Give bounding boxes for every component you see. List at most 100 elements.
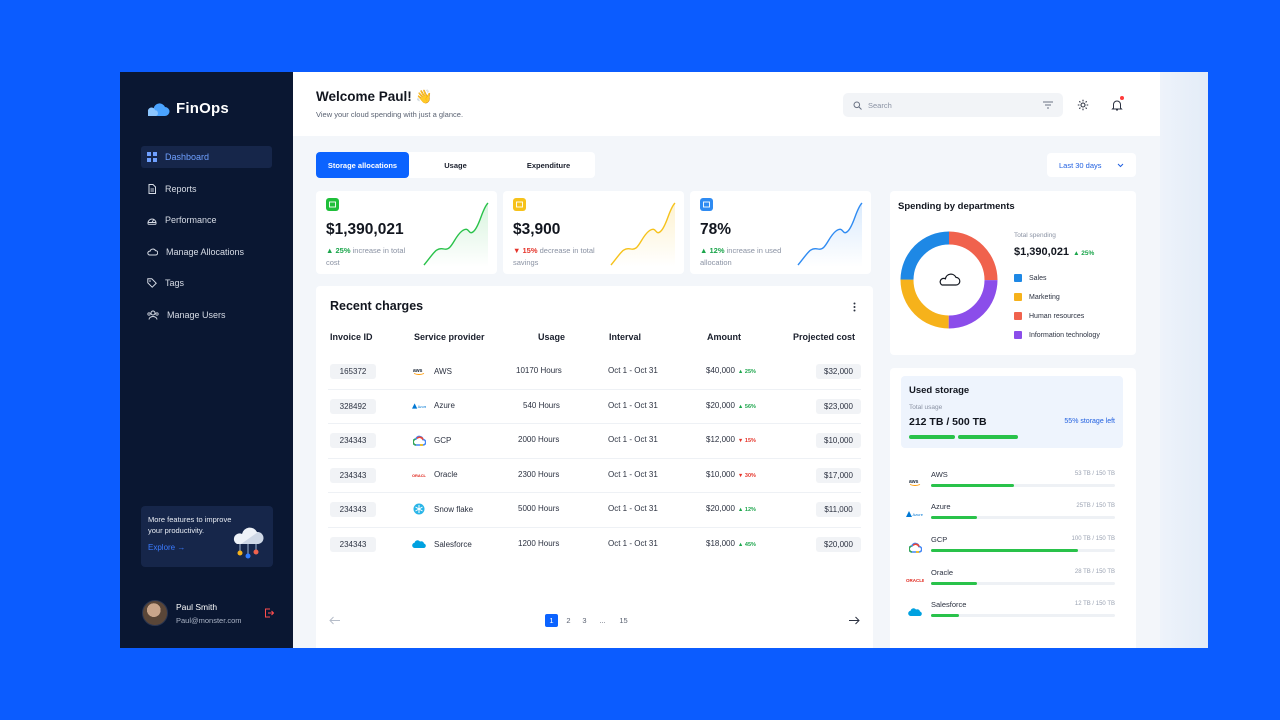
used-storage-card: Used storage Total usage 212 TB / 500 TB…	[890, 368, 1136, 648]
gcp-icon	[412, 433, 426, 447]
storage-fill	[931, 549, 1079, 552]
storage-left: 55% storage left	[1064, 418, 1115, 425]
storage-fill	[931, 516, 977, 519]
sidebar-item-dashboard[interactable]: Dashboard	[141, 146, 272, 168]
svg-text:ORACLE: ORACLE	[412, 473, 426, 478]
document-icon	[148, 183, 156, 194]
sidebar-item-performance[interactable]: Performance	[141, 209, 272, 231]
svg-text:aws: aws	[413, 368, 423, 374]
search-input[interactable]: Search	[843, 93, 1063, 117]
kpi-sparkline	[423, 202, 489, 267]
sidebar-item-manage-users[interactable]: Manage Users	[141, 304, 272, 326]
storage-fill	[931, 614, 959, 617]
kpi-sparkline	[797, 202, 863, 267]
projected-cost: $10,000	[816, 433, 861, 449]
aws-icon: aws	[412, 364, 426, 378]
storage-fill	[931, 582, 977, 585]
amount-cell: $40,000 ▲ 25%	[706, 366, 756, 375]
tag-icon	[147, 278, 157, 288]
legend-swatch	[1014, 293, 1022, 301]
page-button[interactable]: 2	[562, 614, 575, 627]
provider-cell: Azure Azure	[412, 399, 455, 413]
tab-storage-allocations[interactable]: Storage allocations	[316, 152, 409, 178]
svg-text:Azure: Azure	[418, 404, 426, 408]
sidebar-item-label: Reports	[165, 183, 197, 194]
storage-track	[931, 516, 1115, 519]
usage-cell: 2000 Hours	[518, 435, 560, 445]
storage-row-oracle: ORACLE Oracle 28 TB / 150 TB	[901, 566, 1123, 596]
sidebar-item-manage-allocations[interactable]: Manage Allocations	[141, 241, 272, 263]
grid-icon	[147, 152, 157, 162]
promo-card: More features to improve your productivi…	[141, 506, 273, 567]
provider-cell: ORACLE Oracle	[412, 468, 458, 482]
provider-name: AWS	[434, 366, 452, 376]
page-button[interactable]: 3	[578, 614, 591, 627]
provider-name: GCP	[434, 435, 452, 445]
snowflake-icon	[412, 502, 426, 516]
recent-charges-card: Recent charges Invoice ID Service provid…	[316, 286, 873, 648]
legend-item: Sales	[1014, 274, 1047, 282]
sidebar: FinOps Dashboard Reports Performance Man…	[120, 72, 293, 648]
table-row[interactable]: 234343 Snow flake 5000 Hours Oct 1 - Oct…	[316, 493, 873, 528]
allocation-icon	[700, 198, 713, 211]
table-row[interactable]: 328492 Azure Azure 540 Hours Oct 1 - Oct…	[316, 390, 873, 425]
storage-capacity: 28 TB / 150 TB	[1074, 569, 1115, 575]
provider-name: Snow flake	[434, 504, 474, 514]
gauge-icon	[147, 218, 157, 225]
table-row[interactable]: 165372 aws AWS 10170 Hours Oct 1 - Oct 3…	[316, 355, 873, 390]
page-button[interactable]: 15	[617, 614, 630, 627]
kpi-card-savings: $3,900 ▼ 15% decrease in total savings	[503, 191, 684, 274]
sidebar-item-label: Dashboard	[165, 152, 210, 162]
table-row[interactable]: 234343 ORACLE Oracle 2300 Hours Oct 1 - …	[316, 459, 873, 494]
interval-cell: Oct 1 - Oct 31	[608, 400, 658, 410]
sidebar-item-reports[interactable]: Reports	[141, 178, 272, 200]
table-row[interactable]: 234343 GCP 2000 Hours Oct 1 - Oct 31 $12…	[316, 424, 873, 459]
storage-capacity: 53 TB / 150 TB	[1074, 471, 1115, 477]
storage-row-azure: Azure Azure 25TB / 150 TB	[901, 500, 1123, 530]
notifications-button[interactable]	[1107, 95, 1127, 115]
table-row[interactable]: 234343 Salesforce 1200 Hours Oct 1 - Oct…	[316, 528, 873, 563]
user-email: Paul@monster.com	[176, 615, 242, 625]
aws-icon: aws	[905, 475, 925, 489]
sidebar-nav: Dashboard Reports Performance Manage All…	[141, 146, 272, 335]
date-range-select[interactable]: Last 30 days	[1047, 153, 1136, 177]
storage-capacity: 12 TB / 150 TB	[1074, 601, 1115, 607]
user-profile[interactable]: Paul Smith Paul@monster.com	[142, 600, 274, 626]
filter-icon[interactable]	[1043, 101, 1053, 109]
kpi-sparkline	[610, 202, 676, 267]
provider-name: Oracle	[434, 470, 458, 480]
search-placeholder: Search	[868, 100, 892, 110]
total-spending-label: Total spending	[1014, 232, 1056, 239]
settings-button[interactable]	[1073, 95, 1093, 115]
logout-icon[interactable]	[264, 608, 274, 618]
sidebar-item-label: Manage Allocations	[166, 246, 245, 257]
tab-usage[interactable]: Usage	[409, 152, 502, 178]
projected-cost: $11,000	[816, 502, 861, 518]
kpi-card-allocation: 78% ▲ 12% increase in used allocation	[690, 191, 871, 274]
storage-row-gcp: GCP 100 TB / 150 TB	[901, 533, 1123, 563]
invoice-id: 234343	[330, 502, 376, 518]
top-header: Welcome Paul! 👋 View your cloud spending…	[293, 72, 1160, 136]
chevron-down-icon	[1117, 163, 1124, 167]
interval-cell: Oct 1 - Oct 31	[608, 469, 658, 479]
page-button[interactable]: 1	[545, 614, 558, 627]
arrow-left-icon[interactable]	[329, 616, 341, 625]
interval-cell: Oct 1 - Oct 31	[608, 366, 658, 375]
tab-expenditure[interactable]: Expenditure	[502, 152, 595, 178]
provider-cell: GCP	[412, 433, 451, 447]
invoice-id: 234343	[330, 537, 376, 552]
arrow-right-icon[interactable]	[848, 616, 860, 625]
more-options-icon[interactable]	[853, 302, 856, 312]
explore-link[interactable]: Explore →	[148, 543, 185, 552]
legend-swatch	[1014, 312, 1022, 320]
view-tabs: Storage allocations Usage Expenditure	[316, 152, 595, 178]
total-usage-label: Total usage	[909, 404, 943, 411]
search-icon	[853, 101, 862, 110]
storage-track	[931, 484, 1115, 487]
app-logo[interactable]: FinOps	[146, 100, 229, 117]
sidebar-item-tags[interactable]: Tags	[141, 272, 272, 294]
storage-provider-name: GCP	[931, 535, 948, 544]
legend-item: Human resources	[1014, 312, 1084, 320]
main-content: Welcome Paul! 👋 View your cloud spending…	[293, 72, 1208, 648]
sidebar-item-label: Manage Users	[167, 309, 226, 320]
